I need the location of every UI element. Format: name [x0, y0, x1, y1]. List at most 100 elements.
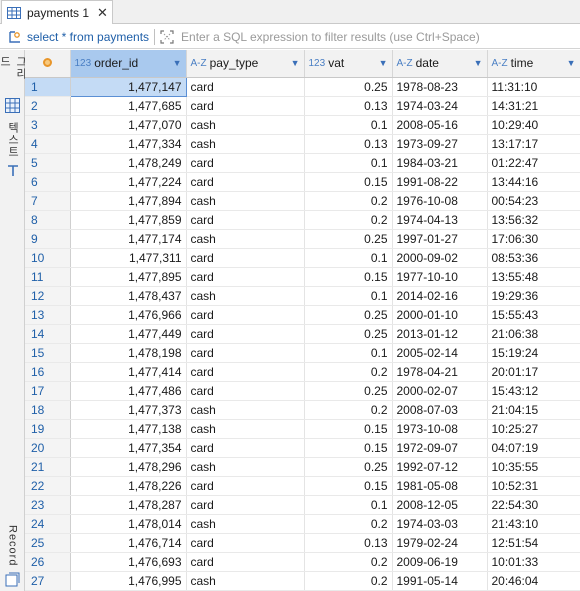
grid-view-button[interactable]: 그리드 [0, 56, 27, 86]
row-number[interactable]: 27 [25, 571, 71, 591]
cell-time[interactable]: 21:43:10 [487, 514, 580, 534]
cell-date[interactable]: 2000-02-07 [392, 381, 488, 401]
cell-date[interactable]: 1973-09-27 [392, 134, 488, 154]
row-number[interactable]: 9 [25, 229, 71, 249]
table-row[interactable]: 12 1,478,437 cash 0.1 2014-02-16 19:29:36 [25, 286, 580, 306]
cell-pay-type[interactable]: card [186, 153, 305, 173]
table-row[interactable]: 23 1,478,287 card 0.1 2008-12-05 22:54:30 [25, 495, 580, 515]
cell-vat[interactable]: 0.2 [304, 514, 393, 534]
cell-time[interactable]: 01:22:47 [487, 153, 580, 173]
cell-pay-type[interactable]: cash [186, 400, 305, 420]
row-number[interactable]: 22 [25, 476, 71, 496]
cell-time[interactable]: 17:06:30 [487, 229, 580, 249]
cell-order-id[interactable]: 1,477,070 [70, 115, 187, 135]
cell-order-id[interactable]: 1,478,249 [70, 153, 187, 173]
cell-vat[interactable]: 0.1 [304, 495, 393, 515]
table-row[interactable]: 8 1,477,859 card 0.2 1974-04-13 13:56:32 [25, 210, 580, 230]
cell-time[interactable]: 10:29:40 [487, 115, 580, 135]
cell-date[interactable]: 1981-05-08 [392, 476, 488, 496]
cell-pay-type[interactable]: cash [186, 571, 305, 591]
row-number[interactable]: 6 [25, 172, 71, 192]
column-header-order-id[interactable]: 123 order_id ▼ [70, 50, 187, 78]
cell-pay-type[interactable]: cash [186, 286, 305, 306]
row-number[interactable]: 4 [25, 134, 71, 154]
select-all-corner[interactable] [25, 50, 71, 78]
cell-vat[interactable]: 0.1 [304, 153, 393, 173]
cell-date[interactable]: 1972-09-07 [392, 438, 488, 458]
row-number[interactable]: 5 [25, 153, 71, 173]
cell-vat[interactable]: 0.1 [304, 343, 393, 363]
sort-dropdown-icon[interactable]: ▼ [474, 58, 483, 68]
cell-pay-type[interactable]: card [186, 210, 305, 230]
cell-date[interactable]: 2009-06-19 [392, 552, 488, 572]
cell-vat[interactable]: 0.13 [304, 134, 393, 154]
cell-order-id[interactable]: 1,477,895 [70, 267, 187, 287]
cell-order-id[interactable]: 1,478,437 [70, 286, 187, 306]
table-row[interactable]: 20 1,477,354 card 0.15 1972-09-07 04:07:19 [25, 438, 580, 458]
table-row[interactable]: 25 1,476,714 card 0.13 1979-02-24 12:51:54 [25, 533, 580, 553]
cell-date[interactable]: 1976-10-08 [392, 191, 488, 211]
cell-time[interactable]: 20:01:17 [487, 362, 580, 382]
cell-time[interactable]: 13:55:48 [487, 267, 580, 287]
cell-vat[interactable]: 0.1 [304, 115, 393, 135]
cell-date[interactable]: 1992-07-12 [392, 457, 488, 477]
cell-pay-type[interactable]: cash [186, 134, 305, 154]
row-number[interactable]: 16 [25, 362, 71, 382]
cell-order-id[interactable]: 1,478,198 [70, 343, 187, 363]
cell-date[interactable]: 1977-10-10 [392, 267, 488, 287]
cell-pay-type[interactable]: card [186, 305, 305, 325]
cell-time[interactable]: 13:56:32 [487, 210, 580, 230]
cell-vat[interactable]: 0.13 [304, 96, 393, 116]
row-number[interactable]: 3 [25, 115, 71, 135]
cell-time[interactable]: 20:46:04 [487, 571, 580, 591]
table-row[interactable]: 10 1,477,311 card 0.1 2000-09-02 08:53:36 [25, 248, 580, 268]
cell-order-id[interactable]: 1,478,226 [70, 476, 187, 496]
cell-vat[interactable]: 0.25 [304, 324, 393, 344]
table-row[interactable]: 13 1,476,966 card 0.25 2000-01-10 15:55:43 [25, 305, 580, 325]
cell-date[interactable]: 1974-03-24 [392, 96, 488, 116]
table-row[interactable]: 1 1,477,147 card 0.25 1978-08-23 11:31:10 [25, 76, 580, 97]
cell-date[interactable]: 1978-08-23 [392, 77, 488, 97]
sort-dropdown-icon[interactable]: ▼ [173, 58, 182, 68]
cell-vat[interactable]: 0.2 [304, 210, 393, 230]
cell-time[interactable]: 19:29:36 [487, 286, 580, 306]
row-number[interactable]: 18 [25, 400, 71, 420]
sql-query-text[interactable]: select * from payments [27, 30, 149, 44]
cell-time[interactable]: 15:55:43 [487, 305, 580, 325]
row-number[interactable]: 24 [25, 514, 71, 534]
close-icon[interactable]: ✕ [97, 6, 108, 19]
cell-pay-type[interactable]: card [186, 476, 305, 496]
cell-vat[interactable]: 0.25 [304, 229, 393, 249]
cell-time[interactable]: 08:53:36 [487, 248, 580, 268]
cell-time[interactable]: 00:54:23 [487, 191, 580, 211]
cell-vat[interactable]: 0.1 [304, 248, 393, 268]
row-number[interactable]: 13 [25, 305, 71, 325]
cell-time[interactable]: 10:35:55 [487, 457, 580, 477]
cell-pay-type[interactable]: card [186, 77, 305, 97]
cell-order-id[interactable]: 1,477,894 [70, 191, 187, 211]
table-row[interactable]: 2 1,477,685 card 0.13 1974-03-24 14:31:21 [25, 96, 580, 116]
grid-view-toggle[interactable] [2, 96, 23, 114]
cell-date[interactable]: 1979-02-24 [392, 533, 488, 553]
sort-dropdown-icon[interactable]: ▼ [379, 58, 388, 68]
cell-order-id[interactable]: 1,478,287 [70, 495, 187, 515]
row-number[interactable]: 17 [25, 381, 71, 401]
cell-order-id[interactable]: 1,477,414 [70, 362, 187, 382]
cell-pay-type[interactable]: card [186, 495, 305, 515]
row-number[interactable]: 7 [25, 191, 71, 211]
cell-date[interactable]: 2000-01-10 [392, 305, 488, 325]
cell-order-id[interactable]: 1,477,449 [70, 324, 187, 344]
cell-order-id[interactable]: 1,478,296 [70, 457, 187, 477]
cell-vat[interactable]: 0.13 [304, 533, 393, 553]
cell-vat[interactable]: 0.25 [304, 381, 393, 401]
row-number[interactable]: 10 [25, 248, 71, 268]
table-row[interactable]: 17 1,477,486 card 0.25 2000-02-07 15:43:12 [25, 381, 580, 401]
table-row[interactable]: 19 1,477,138 cash 0.15 1973-10-08 10:25:27 [25, 419, 580, 439]
cell-pay-type[interactable]: card [186, 381, 305, 401]
cell-time[interactable]: 12:51:54 [487, 533, 580, 553]
cell-pay-type[interactable]: cash [186, 514, 305, 534]
cell-order-id[interactable]: 1,477,147 [69, 76, 187, 97]
cell-order-id[interactable]: 1,476,693 [70, 552, 187, 572]
cell-order-id[interactable]: 1,477,859 [70, 210, 187, 230]
cell-pay-type[interactable]: card [186, 533, 305, 553]
